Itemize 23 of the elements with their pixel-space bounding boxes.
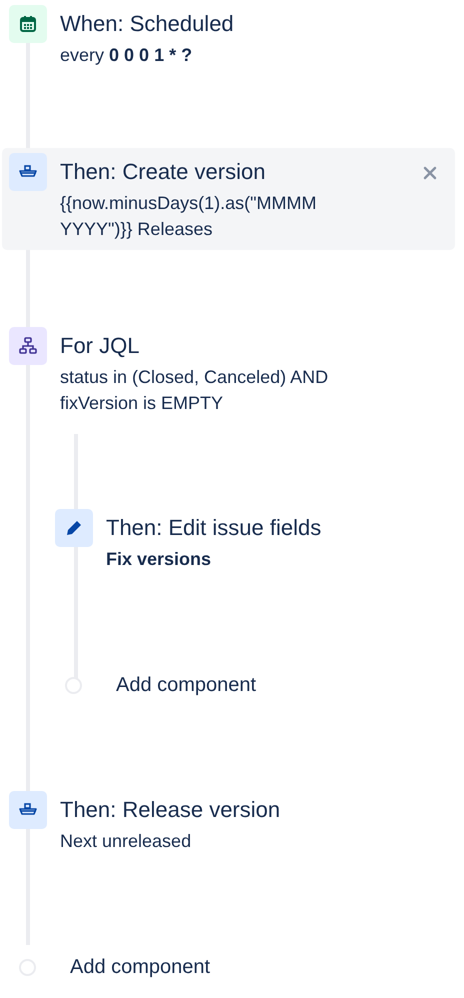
calendar-icon (9, 5, 47, 43)
step-description: Fix versions (106, 548, 212, 571)
step-description: {{now.minusDays(1).as("MMMM YYYY")}} Releases (60, 192, 318, 241)
hierarchy-icon (9, 327, 47, 365)
step-card[interactable]: Then: Edit issue fields Fix versions (48, 504, 455, 580)
step-title: Then: Edit issue fields (106, 514, 322, 542)
boat-icon (9, 791, 47, 829)
close-icon[interactable] (423, 166, 437, 180)
step-title: Then: Create version (60, 158, 266, 186)
step-title: When: Scheduled (60, 10, 234, 38)
pencil-icon (55, 509, 93, 547)
step-title: For JQL (60, 332, 140, 360)
step-card[interactable]: When: Scheduled every 0 0 0 1 * ? (2, 0, 455, 76)
step-description: Next unreleased (60, 830, 192, 853)
add-component-link[interactable]: Add component (70, 954, 210, 980)
step-title: Then: Release version (60, 796, 280, 824)
selected-step-card[interactable]: Then: Create version {{now.minusDays(1).as("MMMM YYYY")}} Releases (2, 148, 455, 250)
step-description: status in (Closed, Canceled) AND fixVersion is EMPTY (60, 366, 330, 415)
step-card[interactable]: For JQL status in (Closed, Canceled) AND fixVersion is EMPTY (2, 322, 455, 424)
add-component-link[interactable]: Add component (116, 672, 256, 698)
step-description: every 0 0 0 1 * ? (60, 44, 194, 67)
step-card[interactable]: Then: Release version Next unreleased (2, 786, 455, 862)
boat-icon (9, 153, 47, 191)
